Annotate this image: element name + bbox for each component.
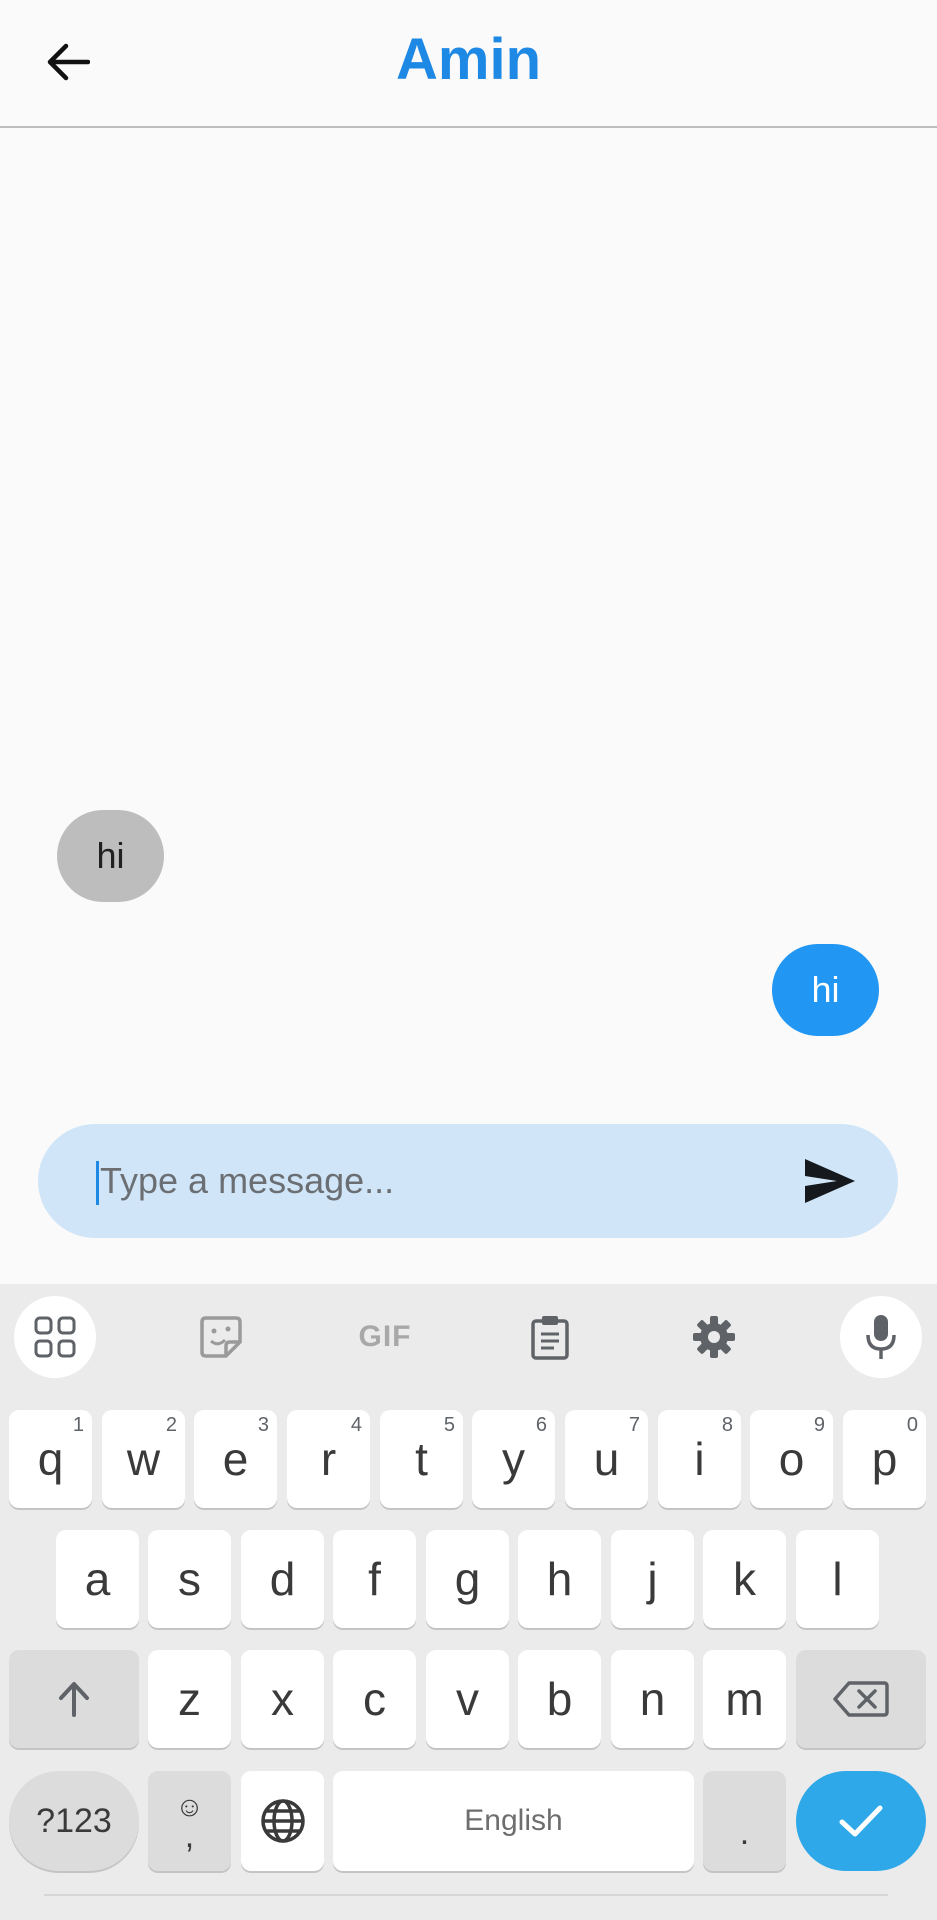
shift-arrow-icon — [59, 1682, 89, 1717]
key-c[interactable]: c — [333, 1650, 416, 1748]
voice-input-button[interactable] — [840, 1296, 922, 1378]
clipboard-button[interactable] — [509, 1296, 591, 1378]
period-key[interactable]: . — [703, 1771, 786, 1871]
key-y[interactable]: y6 — [472, 1410, 555, 1508]
key-a[interactable]: a — [56, 1530, 139, 1628]
globe-icon — [260, 1799, 305, 1843]
gif-icon: GIF — [358, 1320, 412, 1353]
sticker-icon — [200, 1316, 242, 1358]
key-g[interactable]: g — [426, 1530, 509, 1628]
message-composer — [38, 1124, 898, 1238]
send-icon — [805, 1159, 855, 1203]
chat-title: Amin — [396, 27, 541, 92]
key-r[interactable]: r4 — [287, 1410, 370, 1508]
key-v[interactable]: v — [426, 1650, 509, 1748]
key-u[interactable]: u7 — [565, 1410, 648, 1508]
onscreen-keyboard: GIF q 1 w 2 e 3 r 4 t 5 y 6 u 7 i 8 o 9 … — [0, 1284, 937, 1920]
key-s[interactable]: s — [148, 1530, 231, 1628]
key-n[interactable]: n — [611, 1650, 694, 1748]
backspace-icon — [833, 1681, 889, 1717]
shift-key[interactable] — [9, 1650, 139, 1748]
key-t[interactable]: t5 — [380, 1410, 463, 1508]
key-i[interactable]: i8 — [658, 1410, 741, 1508]
key-k[interactable]: k — [703, 1530, 786, 1628]
apps-grid-icon — [34, 1316, 76, 1358]
gesture-bar — [44, 1894, 888, 1896]
enter-key[interactable] — [796, 1771, 926, 1871]
send-button[interactable] — [802, 1154, 858, 1208]
checkmark-icon — [839, 1805, 883, 1837]
apps-grid-button[interactable] — [14, 1296, 96, 1378]
outgoing-message-bubble: hi — [772, 944, 879, 1036]
text-cursor — [96, 1161, 99, 1205]
language-key[interactable] — [241, 1771, 324, 1871]
key-w[interactable]: w2 — [102, 1410, 185, 1508]
emoji-comma-key[interactable]: ☺ , — [148, 1771, 231, 1871]
key-q[interactable]: q1 — [9, 1410, 92, 1508]
key-l[interactable]: l — [796, 1530, 879, 1628]
sticker-button[interactable] — [180, 1296, 262, 1378]
key-x[interactable]: x — [241, 1650, 324, 1748]
key-j[interactable]: j — [611, 1530, 694, 1628]
microphone-icon — [866, 1315, 896, 1359]
key-e[interactable]: e3 — [194, 1410, 277, 1508]
app-header: Amin — [0, 0, 937, 128]
key-b[interactable]: b — [518, 1650, 601, 1748]
key-d[interactable]: d — [241, 1530, 324, 1628]
key-o[interactable]: o9 — [750, 1410, 833, 1508]
backspace-key[interactable] — [796, 1650, 926, 1748]
key-m[interactable]: m — [703, 1650, 786, 1748]
key-p[interactable]: p0 — [843, 1410, 926, 1508]
settings-gear-icon — [693, 1316, 735, 1358]
gif-button[interactable]: GIF — [344, 1296, 426, 1378]
settings-button[interactable] — [673, 1296, 755, 1378]
key-z[interactable]: z — [148, 1650, 231, 1748]
space-key[interactable]: English — [333, 1771, 694, 1871]
incoming-message-bubble: hi — [57, 810, 164, 902]
symbols-key[interactable]: ?123 — [9, 1771, 139, 1871]
clipboard-icon — [531, 1316, 569, 1360]
message-input[interactable] — [98, 1144, 778, 1218]
key-h[interactable]: h — [518, 1530, 601, 1628]
key-f[interactable]: f — [333, 1530, 416, 1628]
